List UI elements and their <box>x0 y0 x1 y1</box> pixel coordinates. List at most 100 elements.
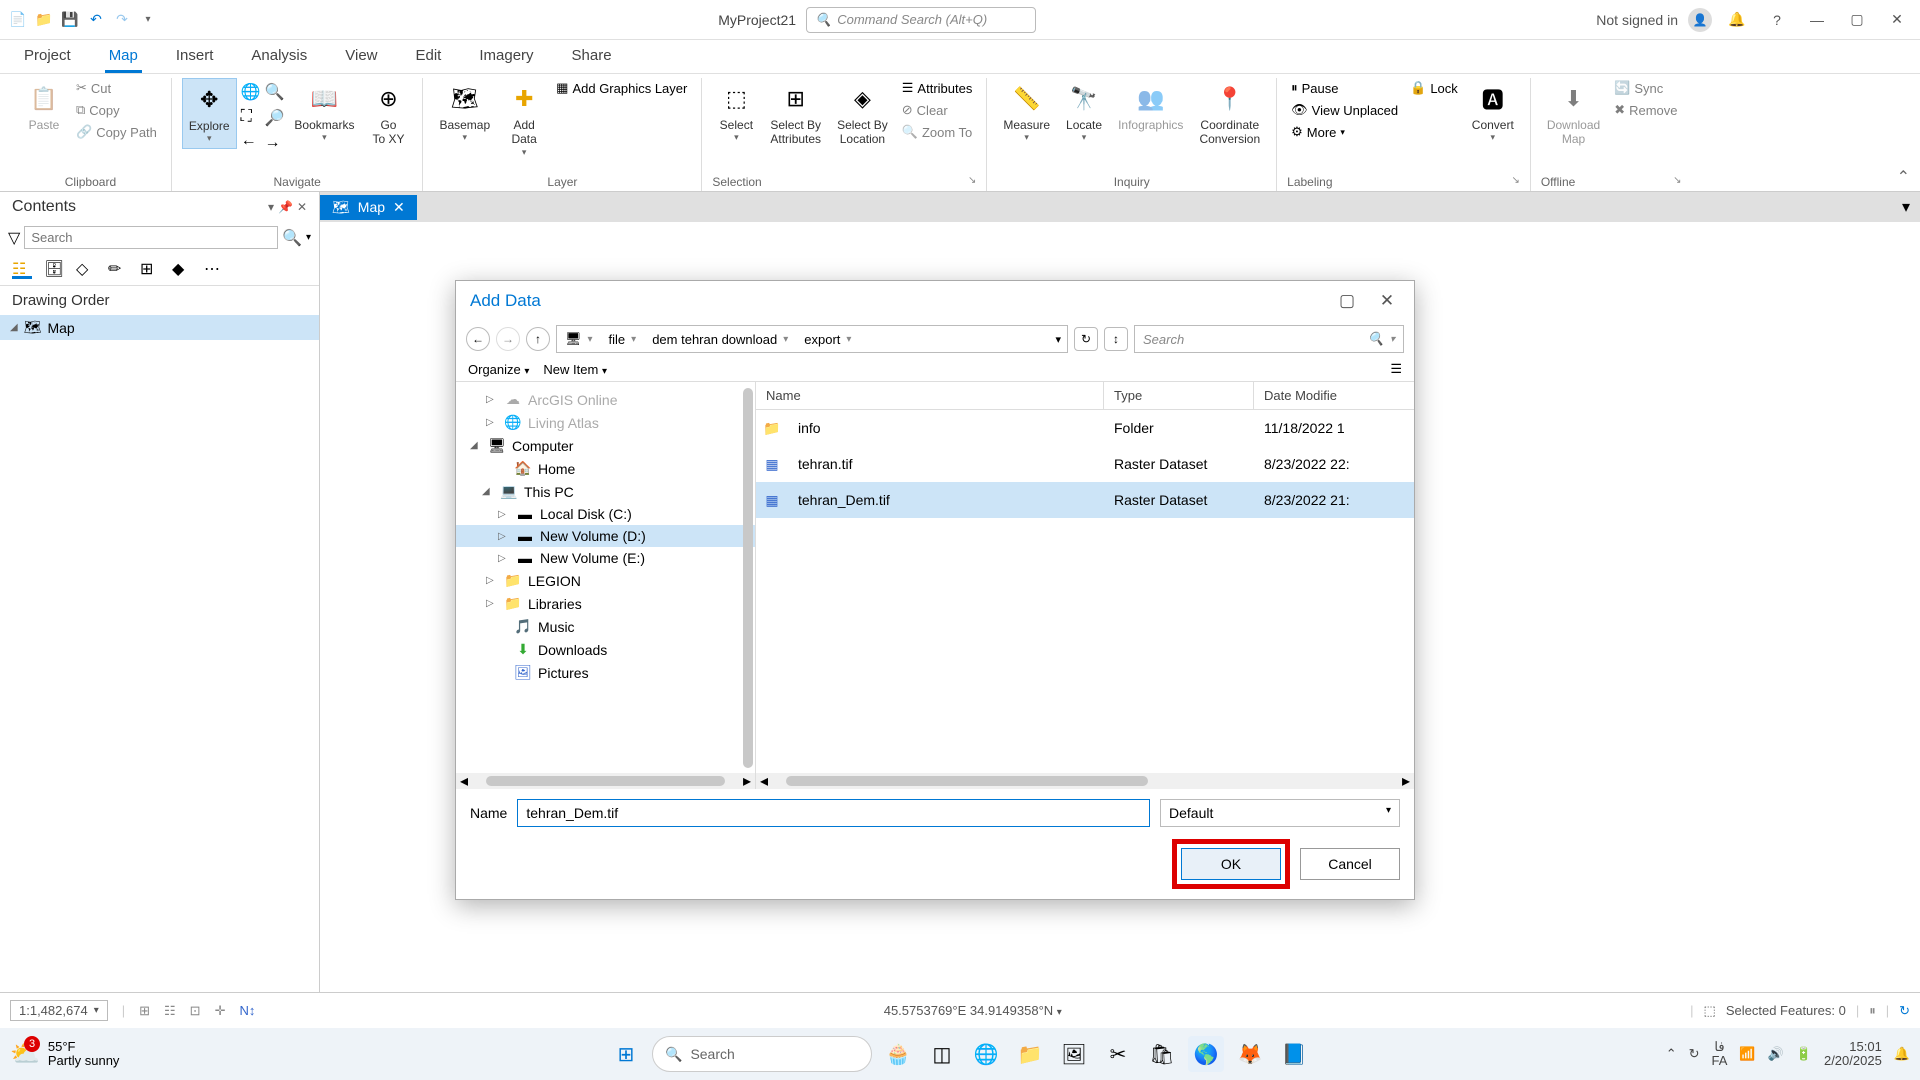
tb-word[interactable]: 📘 <box>1276 1036 1312 1072</box>
zoom-full-icon[interactable]: 🌐 <box>241 82 261 102</box>
command-search[interactable]: 🔍 Command Search (Alt+Q) <box>806 7 1036 33</box>
col-date[interactable]: Date Modifie <box>1254 382 1414 409</box>
tb-snip[interactable]: ✂ <box>1100 1036 1136 1072</box>
selectbyloc-button[interactable]: ◈Select By Location <box>831 78 894 151</box>
avatar[interactable]: 👤 <box>1688 8 1712 32</box>
tree-pictures[interactable]: 🖼Pictures <box>456 661 755 684</box>
tb-app1[interactable]: 🖼 <box>1056 1036 1092 1072</box>
tree-ddrive[interactable]: ▷▬New Volume (D:) <box>456 525 755 547</box>
refresh-icon[interactable]: ↻ <box>1074 327 1098 351</box>
volume-icon[interactable]: 🔊 <box>1768 1046 1784 1062</box>
more-icon[interactable]: ⋯ <box>204 259 224 279</box>
col-type[interactable]: Type <box>1104 382 1254 409</box>
zoomto-button[interactable]: 🔍Zoom To <box>898 122 977 142</box>
paste-button[interactable]: 📋 Paste <box>20 78 68 136</box>
lang-switch[interactable]: فا FA <box>1712 1040 1728 1069</box>
search-dd-icon[interactable]: ▾ <box>306 232 311 243</box>
contents-pin-icon[interactable]: 📌 <box>278 200 293 214</box>
weather-widget[interactable]: ⛅3 55°F Partly sunny <box>10 1040 119 1069</box>
wifi-icon[interactable]: 📶 <box>1739 1046 1755 1062</box>
prev-extent-icon[interactable]: ← <box>241 132 261 150</box>
battery-icon[interactable]: 🔋 <box>1796 1046 1812 1062</box>
cancel-button[interactable]: Cancel <box>1300 848 1400 880</box>
sync-button[interactable]: 🔄Sync <box>1610 78 1681 98</box>
tab-imagery[interactable]: Imagery <box>475 41 537 73</box>
coord-button[interactable]: 📍Coordinate Conversion <box>1193 78 1266 151</box>
tray-onedrive-icon[interactable]: ↻ <box>1689 1046 1700 1062</box>
tree-legion[interactable]: ▷📁LEGION <box>456 569 755 592</box>
attributes-button[interactable]: ☰Attributes <box>898 78 977 98</box>
basemap-button[interactable]: 🗺 Basemap ▾ <box>433 78 496 147</box>
convert-button[interactable]: 🅰Convert▾ <box>1466 78 1520 147</box>
dialog-search[interactable]: Search 🔍 ▾ <box>1134 325 1404 353</box>
next-extent-icon[interactable]: → <box>265 134 285 152</box>
redo-icon[interactable]: ↷ <box>112 10 132 30</box>
tb-store[interactable]: 🛍 <box>1144 1036 1180 1072</box>
taskbar-search[interactable]: 🔍Search <box>652 1036 872 1072</box>
lock-button[interactable]: 🔒Lock <box>1406 78 1462 98</box>
adddata-button[interactable]: ✚ Add Data ▾ <box>500 78 548 162</box>
dialog-close-icon[interactable]: ✕ <box>1374 291 1400 311</box>
addgraphics-button[interactable]: ▦Add Graphics Layer <box>552 78 691 98</box>
sb-table-icon[interactable]: ☷ <box>164 1003 176 1019</box>
datasource-icon[interactable]: 🗄 <box>44 259 64 279</box>
breadcrumb[interactable]: 🖥▾ file▾ dem tehran download▾ export▾ ▾ <box>556 325 1068 353</box>
zoom-sel-icon[interactable]: ⛶ <box>241 108 261 126</box>
tree-home[interactable]: 🏠Home <box>456 457 755 480</box>
maptab-close-icon[interactable]: ✕ <box>393 199 405 216</box>
sort-icon[interactable]: ↕ <box>1104 327 1128 351</box>
tb-firefox[interactable]: 🦊 <box>1232 1036 1268 1072</box>
clear-button[interactable]: ⊘Clear <box>898 100 977 120</box>
close-icon[interactable]: ✕ <box>1882 7 1912 33</box>
maximize-icon[interactable]: ▢ <box>1842 7 1872 33</box>
sb-constraints-icon[interactable]: ✛ <box>215 1003 226 1019</box>
snapping-icon[interactable]: ⊞ <box>140 259 160 279</box>
newitem-button[interactable]: New Item ▾ <box>543 362 607 377</box>
selection-launcher[interactable]: ↘ <box>968 175 976 189</box>
contents-menu-icon[interactable]: ▾ <box>268 200 274 214</box>
remove-button[interactable]: ✖Remove <box>1610 100 1681 120</box>
labeling-launcher[interactable]: ↘ <box>1511 175 1519 189</box>
zoom-in-icon[interactable]: 🔍 <box>265 82 285 102</box>
cut-button[interactable]: ✂Cut <box>72 78 161 98</box>
start-button[interactable]: ⊞ <box>608 1036 644 1072</box>
tab-insert[interactable]: Insert <box>172 41 218 73</box>
notifications-icon[interactable]: 🔔 <box>1722 7 1752 33</box>
sb-grid-icon[interactable]: ⊞ <box>139 1003 150 1019</box>
tree-scrollbar[interactable] <box>743 388 753 768</box>
minimize-icon[interactable]: — <box>1802 7 1832 33</box>
ok-button[interactable]: OK <box>1181 848 1281 880</box>
open-project-icon[interactable]: 📁 <box>34 10 54 30</box>
gotoxy-button[interactable]: ⊕ Go To XY <box>364 78 412 151</box>
bc-dropdown-icon[interactable]: ▾ <box>1049 333 1067 346</box>
tree-arcgis[interactable]: ▷☁ArcGIS Online <box>456 388 755 411</box>
map-tab[interactable]: 🗺 Map ✕ <box>320 195 417 220</box>
tb-edge[interactable]: 🌐 <box>968 1036 1004 1072</box>
selectbyattr-button[interactable]: ⊞Select By Attributes <box>764 78 827 151</box>
organize-button[interactable]: Organize ▾ <box>468 362 529 377</box>
tab-map[interactable]: Map <box>105 41 142 73</box>
dialog-maximize-icon[interactable]: ▢ <box>1334 291 1360 311</box>
draworder-icon[interactable]: ☷ <box>12 259 32 279</box>
maptab-menu-icon[interactable]: ▾ <box>1902 197 1920 217</box>
collapse-ribbon-icon[interactable]: ⌃ <box>1897 167 1910 187</box>
tab-share[interactable]: Share <box>568 41 616 73</box>
select-button[interactable]: ⬚Select▾ <box>712 78 760 147</box>
view-mode-icon[interactable]: ☰ <box>1390 361 1402 377</box>
tab-analysis[interactable]: Analysis <box>247 41 311 73</box>
sb-pause-icon[interactable]: ⏸ <box>1869 1003 1876 1019</box>
contents-close-icon[interactable]: ✕ <box>297 200 307 214</box>
nav-fwd-icon[interactable]: → <box>496 327 520 351</box>
editing-icon[interactable]: ✏ <box>108 259 128 279</box>
selection-icon[interactable]: ◇ <box>76 259 96 279</box>
qat-dropdown-icon[interactable]: ▾ <box>138 10 158 30</box>
labeling-icon[interactable]: ◆ <box>172 259 192 279</box>
list-row[interactable]: ▦ tehran_Dem.tif Raster Dataset 8/23/202… <box>756 482 1414 518</box>
measure-button[interactable]: 📏Measure▾ <box>997 78 1056 147</box>
offline-launcher[interactable]: ↘ <box>1673 175 1681 189</box>
contents-search-input[interactable] <box>24 226 278 249</box>
more-button[interactable]: ⚙More▾ <box>1287 122 1402 142</box>
nav-up-icon[interactable]: ↑ <box>526 327 550 351</box>
undo-icon[interactable]: ↶ <box>86 10 106 30</box>
tree-music[interactable]: 🎵Music <box>456 615 755 638</box>
